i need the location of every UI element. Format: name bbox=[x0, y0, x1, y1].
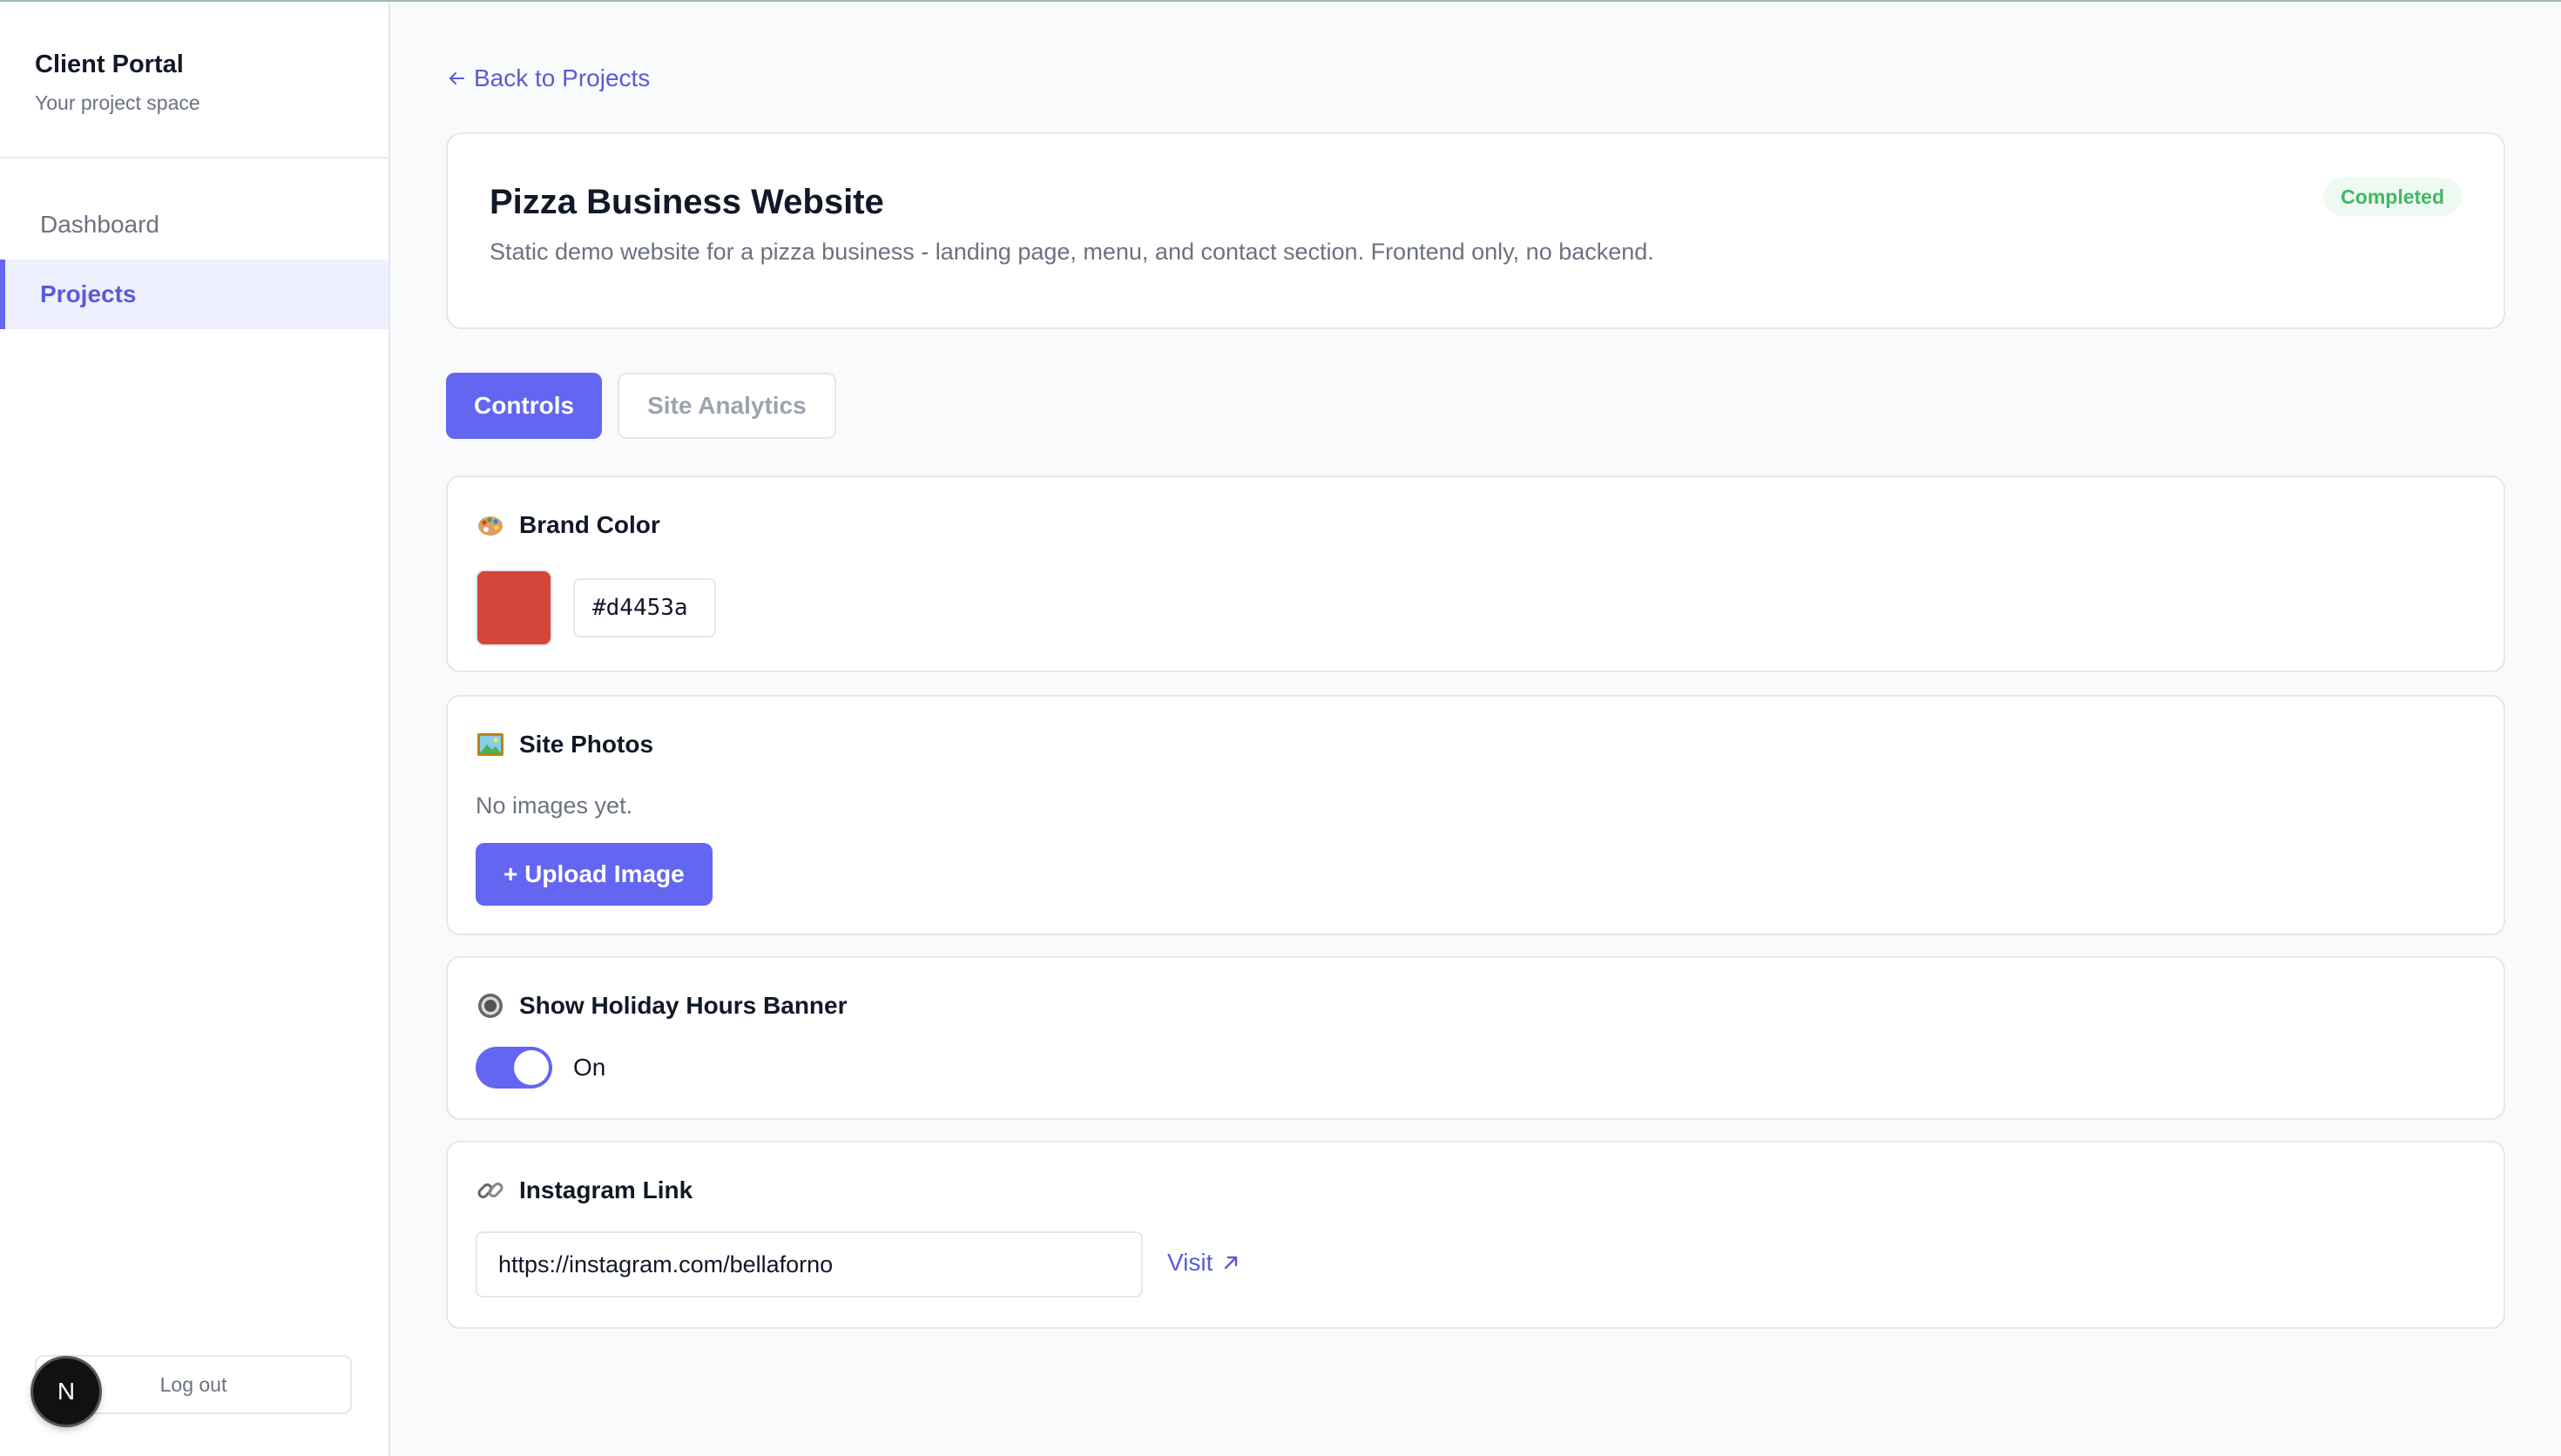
brand-color-card: Brand Color bbox=[446, 475, 2505, 672]
framed-picture-icon bbox=[476, 730, 505, 759]
palette-icon bbox=[476, 510, 505, 540]
toggle-state-label: On bbox=[573, 1054, 606, 1081]
project-header-card: Pizza Business Website Static demo websi… bbox=[446, 132, 2505, 329]
section-header: Brand Color bbox=[476, 510, 660, 540]
nextjs-badge-icon[interactable]: N bbox=[33, 1358, 99, 1425]
tab-site-analytics[interactable]: Site Analytics bbox=[618, 373, 836, 439]
toggle-knob bbox=[514, 1050, 549, 1085]
radio-button-icon bbox=[476, 991, 505, 1021]
section-header: Show Holiday Hours Banner bbox=[476, 991, 848, 1021]
tab-controls[interactable]: Controls bbox=[446, 373, 603, 439]
back-label: Back to Projects bbox=[474, 64, 651, 91]
section-title: Site Photos bbox=[519, 731, 654, 758]
tab-bar: Controls Site Analytics bbox=[446, 373, 836, 439]
instagram-url-input[interactable] bbox=[476, 1231, 1143, 1298]
section-header: Instagram Link bbox=[476, 1176, 693, 1205]
sidebar-item-projects[interactable]: Projects bbox=[0, 260, 389, 329]
external-arrow-icon bbox=[1225, 1256, 1238, 1270]
holiday-banner-card: Show Holiday Hours Banner On bbox=[446, 956, 2505, 1120]
badge-letter: N bbox=[57, 1378, 75, 1405]
visit-label: Visit bbox=[1167, 1249, 1213, 1276]
arrow-left-icon bbox=[449, 72, 464, 84]
site-photos-card: Site Photos No images yet. + Upload Imag… bbox=[446, 695, 2505, 935]
sidebar: Client Portal Your project space Dashboa… bbox=[0, 2, 390, 1456]
empty-state-message: No images yet. bbox=[476, 792, 633, 819]
sidebar-item-label: Projects bbox=[40, 280, 137, 307]
back-to-projects-link[interactable]: Back to Projects bbox=[446, 64, 650, 92]
link-icon bbox=[476, 1176, 505, 1205]
main-content: Back to Projects Pizza Business Website … bbox=[392, 2, 2561, 1456]
section-title: Show Holiday Hours Banner bbox=[519, 992, 848, 1019]
section-title: Instagram Link bbox=[519, 1176, 693, 1203]
sidebar-nav: Dashboard Projects bbox=[0, 190, 389, 329]
logout-label: Log out bbox=[159, 1372, 227, 1396]
sidebar-brand: Client Portal Your project space bbox=[0, 2, 389, 158]
app-title: Client Portal bbox=[35, 51, 184, 78]
instagram-link-card: Instagram Link Visit bbox=[446, 1141, 2505, 1329]
section-header: Site Photos bbox=[476, 730, 653, 759]
sidebar-item-dashboard[interactable]: Dashboard bbox=[0, 190, 389, 260]
visit-link[interactable]: Visit bbox=[1167, 1249, 1240, 1277]
status-badge: Completed bbox=[2323, 178, 2462, 216]
page-title: Pizza Business Website bbox=[490, 183, 884, 221]
upload-image-button[interactable]: + Upload Image bbox=[476, 843, 713, 906]
project-description: Static demo website for a pizza business… bbox=[490, 239, 1654, 265]
hex-color-input[interactable] bbox=[573, 578, 716, 637]
section-title: Brand Color bbox=[519, 511, 660, 538]
sidebar-item-label: Dashboard bbox=[40, 211, 159, 238]
color-swatch[interactable] bbox=[476, 570, 552, 646]
app-subtitle: Your project space bbox=[35, 91, 200, 114]
holiday-banner-toggle[interactable] bbox=[476, 1047, 552, 1089]
